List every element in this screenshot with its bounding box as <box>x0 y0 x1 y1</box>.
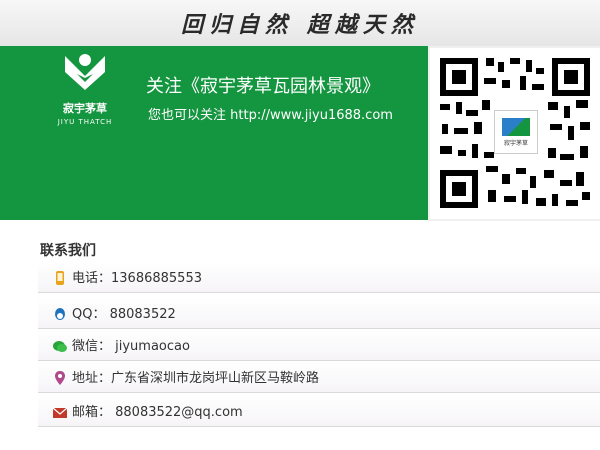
logo-mark-icon <box>65 54 105 90</box>
qr-center-logo: 寂宇茅草 <box>494 110 538 154</box>
contact-qq[interactable]: QQ： 88083522 <box>72 303 176 322</box>
slogan-text: 回归自然 超越天然 <box>181 12 419 38</box>
contact-phone[interactable]: 电话：13686885553 <box>72 267 202 286</box>
qr-center-label: 寂宇茅草 <box>503 139 528 147</box>
brand-name-en: JIYU THATCH <box>57 118 113 126</box>
contact-address: 地址：广东省深圳市龙岗坪山新区马鞍岭路 <box>72 371 320 386</box>
wechat-icon <box>53 341 67 352</box>
follow-title: 关注《寂宇茅草瓦园林景观》 <box>146 76 380 97</box>
phone-icon <box>56 271 64 285</box>
contact-row-wechat: 微信： jiyumaocao <box>38 330 600 361</box>
qr-brand-logo-icon <box>502 117 530 136</box>
contact-section: 联系我们 <box>38 240 600 260</box>
qr-code: 寂宇茅草 <box>428 46 600 221</box>
contact-row-email: 邮箱： 88083522@qq.com <box>38 396 600 427</box>
contact-title: 联系我们 <box>40 243 96 259</box>
follow-website[interactable]: 您也可以关注 http://www.jiyu1688.com <box>148 104 393 123</box>
top-banner: 回归自然 超越天然 <box>0 0 600 46</box>
contact-row-address: 地址：广东省深圳市龙岗坪山新区马鞍岭路 <box>38 362 600 393</box>
mail-icon <box>52 407 68 418</box>
brand-name-cn: 寂宇茅草 <box>63 102 107 115</box>
brand-logo: 寂宇茅草 JIYU THATCH <box>40 50 130 170</box>
qq-icon <box>55 308 65 320</box>
contact-wechat[interactable]: 微信： jiyumaocao <box>72 335 190 354</box>
contact-row-phone: 电话：13686885553 <box>38 262 600 293</box>
contact-row-qq: QQ： 88083522 <box>38 298 600 329</box>
location-pin-icon <box>55 371 65 385</box>
contact-email[interactable]: 邮箱： 88083522@qq.com <box>72 401 243 420</box>
